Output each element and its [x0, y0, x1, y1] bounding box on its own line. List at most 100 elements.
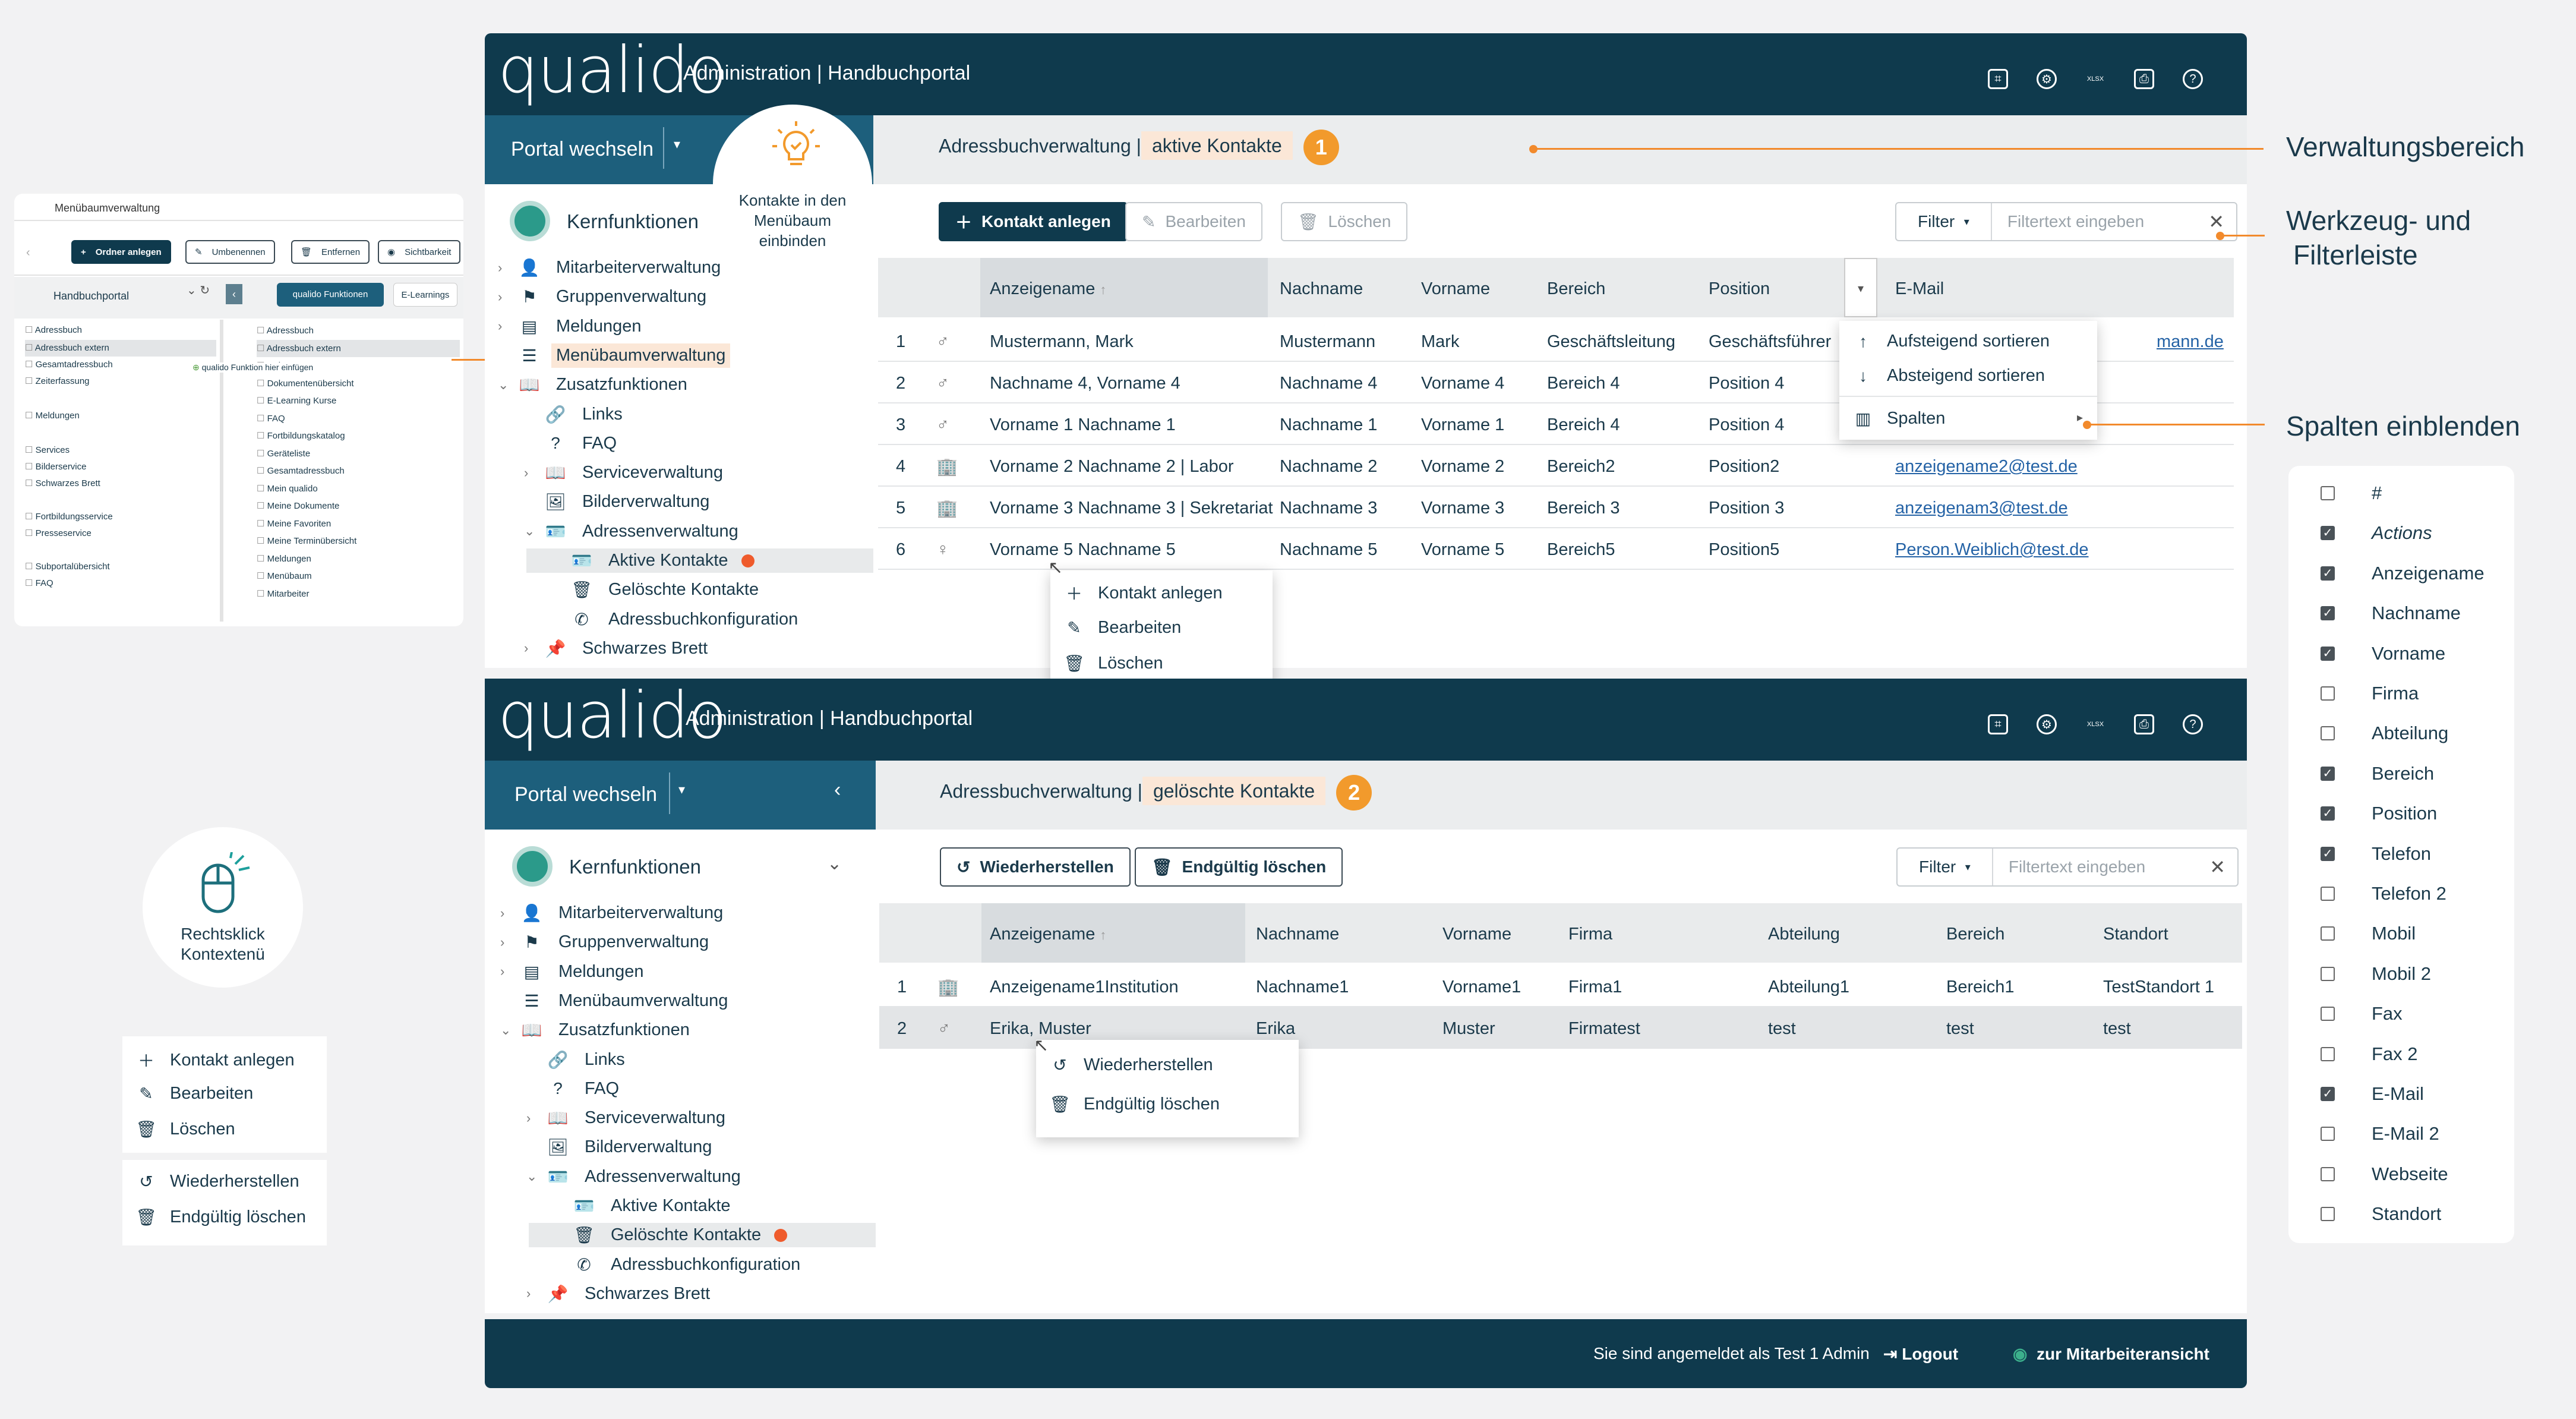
- sidebar-item-menubaum[interactable]: ☰ Menübaumverwaltung: [498, 343, 731, 368]
- preview-right-item[interactable]: ☐ Mitarbeiter: [257, 585, 460, 603]
- preview-left-item[interactable]: ☐ Meldungen: [25, 408, 216, 424]
- column-option[interactable]: ✓ Telefon: [2321, 843, 2431, 865]
- preview-left-item[interactable]: ☐ Adressbuch extern: [25, 340, 216, 357]
- sidebar-item-adresskonfig[interactable]: ✆ Adressbuchkonfiguration: [550, 607, 803, 632]
- chevron-icon[interactable]: ⌄: [500, 1023, 518, 1038]
- col-abteilung[interactable]: Abteilung: [1768, 925, 1840, 944]
- filter-input[interactable]: Filtertext eingeben: [1992, 212, 2196, 231]
- preview-rename-button[interactable]: ✎ Umbenennen: [185, 240, 275, 264]
- sidebar-item-adresskonfig[interactable]: ✆ Adressbuchkonfiguration: [553, 1253, 805, 1277]
- preview-right-item[interactable]: ☐ Adressbuch: [257, 322, 460, 339]
- sidebar-item-mitarbeiter[interactable]: › 👤 Mitarbeiterverwaltung: [498, 256, 725, 280]
- table-row[interactable]: 5 Vorname 3 Nachname 3 | Sekretariat Nachn…: [878, 487, 2234, 528]
- sidebar-item-zusatz[interactable]: ⌄ 📖 Zusatzfunktionen: [500, 1018, 694, 1042]
- table-cell[interactable]: anzeigenam3@test.de: [1895, 499, 2068, 518]
- sidebar-item-menubaum[interactable]: ☰ Menübaumverwaltung: [500, 989, 733, 1013]
- checkbox-icon[interactable]: ✓: [2321, 566, 2335, 581]
- close-icon[interactable]: ✕: [2196, 210, 2236, 233]
- preview-left-item[interactable]: ☐ Services: [25, 442, 216, 459]
- col-email[interactable]: E-Mail: [1895, 279, 1944, 299]
- checkbox-icon[interactable]: ✓: [2321, 1087, 2335, 1101]
- preview-right-item[interactable]: ☐ Meine Terminübersicht: [257, 532, 460, 550]
- preview-right-item[interactable]: ☐ Meldungen: [257, 550, 460, 567]
- col-position[interactable]: Position: [1709, 279, 1770, 299]
- menu-columns[interactable]: ▥ Spalten: [1839, 409, 1946, 428]
- preview-remove-button[interactable]: 🗑 Entfernen: [291, 240, 370, 264]
- sidebar-item-bilder[interactable]: 🖼 Bilderverwaltung: [526, 1135, 716, 1159]
- chevron-icon[interactable]: ›: [500, 935, 518, 950]
- ctx-purge[interactable]: 🗑 Endgültig löschen: [1036, 1095, 1220, 1114]
- menu-sort-asc[interactable]: ↑ Aufsteigend sortieren: [1839, 332, 2050, 351]
- checkbox-icon[interactable]: ✓: [2321, 526, 2335, 541]
- preview-right-item[interactable]: ☐ Adressbuch extern: [257, 339, 460, 357]
- preview-right-item[interactable]: ☐ Meine Favoriten: [257, 515, 460, 532]
- collapse-sidebar-icon[interactable]: ‹: [834, 778, 841, 802]
- core-functions-label[interactable]: Kernfunktionen: [567, 210, 699, 233]
- column-option[interactable]: E-Mail 2: [2321, 1123, 2439, 1144]
- preview-left-item[interactable]: ☐ Adressbuch: [25, 322, 216, 339]
- sidebar-item-geloeschte[interactable]: 🗑 Gelöschte Kontakte: [550, 578, 763, 602]
- help-icon[interactable]: ?: [2183, 69, 2203, 89]
- col-firma[interactable]: Firma: [1568, 925, 1612, 944]
- preview-add-folder-button[interactable]: + Ordner anlegen: [71, 240, 171, 264]
- help-icon[interactable]: ?: [2183, 714, 2203, 734]
- table-cell[interactable]: anzeigename2@test.de: [1895, 457, 2078, 477]
- sidebar-item-faq[interactable]: ? FAQ: [524, 431, 621, 456]
- checkbox-icon[interactable]: [2321, 887, 2335, 901]
- col-nachname[interactable]: Nachname: [1280, 279, 1363, 299]
- checkbox-icon[interactable]: [2321, 1007, 2335, 1021]
- preview-left-item[interactable]: ☐ Schwarzes Brett: [25, 475, 216, 492]
- col-vorname[interactable]: Vorname: [1421, 279, 1490, 299]
- col-bereich[interactable]: Bereich: [1547, 279, 1605, 299]
- sidebar-item-adressen[interactable]: ⌄ 🪪 Adressenverwaltung: [524, 519, 743, 544]
- scan-icon[interactable]: ⌗: [1988, 69, 2008, 89]
- col-nachname[interactable]: Nachname: [1256, 925, 1339, 944]
- preview-right-item[interactable]: ☐ Menübaum: [257, 567, 460, 585]
- sidebar-item-links[interactable]: 🔗 Links: [526, 1048, 630, 1072]
- column-option[interactable]: ✓ Nachname: [2321, 603, 2461, 624]
- table-cell[interactable]: mann.de: [2157, 332, 2224, 352]
- preview-left-item[interactable]: ☐ Zeiterfassung: [25, 373, 216, 390]
- column-option[interactable]: Firma: [2321, 683, 2419, 704]
- checkbox-icon[interactable]: [2321, 926, 2335, 941]
- filter-bar-bottom[interactable]: Filter ▾ Filtertext eingeben ✕: [1896, 847, 2239, 887]
- staff-view-link[interactable]: ◉ zur Mitarbeiteransicht: [2013, 1344, 2209, 1364]
- restore-button[interactable]: ↺ Wiederherstellen: [940, 847, 1131, 887]
- filter-bar-top[interactable]: Filter ▾ Filtertext eingeben ✕: [1895, 202, 2237, 241]
- column-option[interactable]: Fax: [2321, 1003, 2403, 1024]
- column-option[interactable]: Mobil 2: [2321, 963, 2431, 985]
- sidebar-item-zusatz[interactable]: ⌄ 📖 Zusatzfunktionen: [498, 373, 692, 397]
- column-option[interactable]: Fax 2: [2321, 1043, 2418, 1065]
- checkbox-icon[interactable]: [2321, 686, 2335, 701]
- chevron-icon[interactable]: ›: [498, 260, 516, 276]
- chevron-down-icon[interactable]: ▾: [678, 782, 685, 797]
- ctx-add[interactable]: ＋ Kontakt anlegen: [1050, 581, 1223, 605]
- checkbox-icon[interactable]: [2321, 1046, 2335, 1061]
- preview-right-item[interactable]: ☐ Fortbildungskatalog: [257, 427, 460, 444]
- edit-button[interactable]: ✎ Bearbeiten: [1125, 202, 1262, 241]
- chevron-icon[interactable]: ⌄: [498, 377, 516, 393]
- chevron-icon[interactable]: ⌄: [526, 1169, 544, 1184]
- column-option[interactable]: Standort: [2321, 1203, 2441, 1225]
- print-icon[interactable]: ⎙: [2134, 714, 2154, 734]
- sidebar-item-brett[interactable]: › 📌 Schwarzes Brett: [526, 1282, 715, 1306]
- preview-left-item[interactable]: ☐ Presseservice: [25, 525, 216, 542]
- xlsx-icon[interactable]: XLSX: [2085, 714, 2105, 734]
- checkbox-icon[interactable]: [2321, 1207, 2335, 1222]
- ctx-edit[interactable]: ✎ Bearbeiten: [1050, 618, 1181, 638]
- chevron-icon[interactable]: ›: [526, 1111, 544, 1126]
- checkbox-icon[interactable]: [2321, 486, 2335, 500]
- chevron-icon[interactable]: ›: [526, 1286, 544, 1301]
- table-cell[interactable]: Person.Weiblich@test.de: [1895, 540, 2089, 560]
- column-option[interactable]: ✓ E-Mail: [2321, 1083, 2424, 1105]
- logout-link[interactable]: ⇥ Logout: [1883, 1344, 1958, 1364]
- column-option[interactable]: ✓ Bereich: [2321, 763, 2434, 784]
- checkbox-icon[interactable]: [2321, 1127, 2335, 1141]
- preview-right-item[interactable]: ☐ Gesamtadressbuch: [257, 462, 460, 480]
- filter-dropdown[interactable]: Filter ▾: [1896, 203, 1992, 240]
- checkbox-icon[interactable]: ✓: [2321, 606, 2335, 621]
- column-option[interactable]: #: [2321, 483, 2382, 504]
- preview-tab-functions[interactable]: qualido Funktionen: [277, 283, 384, 307]
- preview-left-item[interactable]: ☐ Gesamtadressbuch: [25, 357, 216, 373]
- col-bereich[interactable]: Bereich: [1946, 925, 2004, 944]
